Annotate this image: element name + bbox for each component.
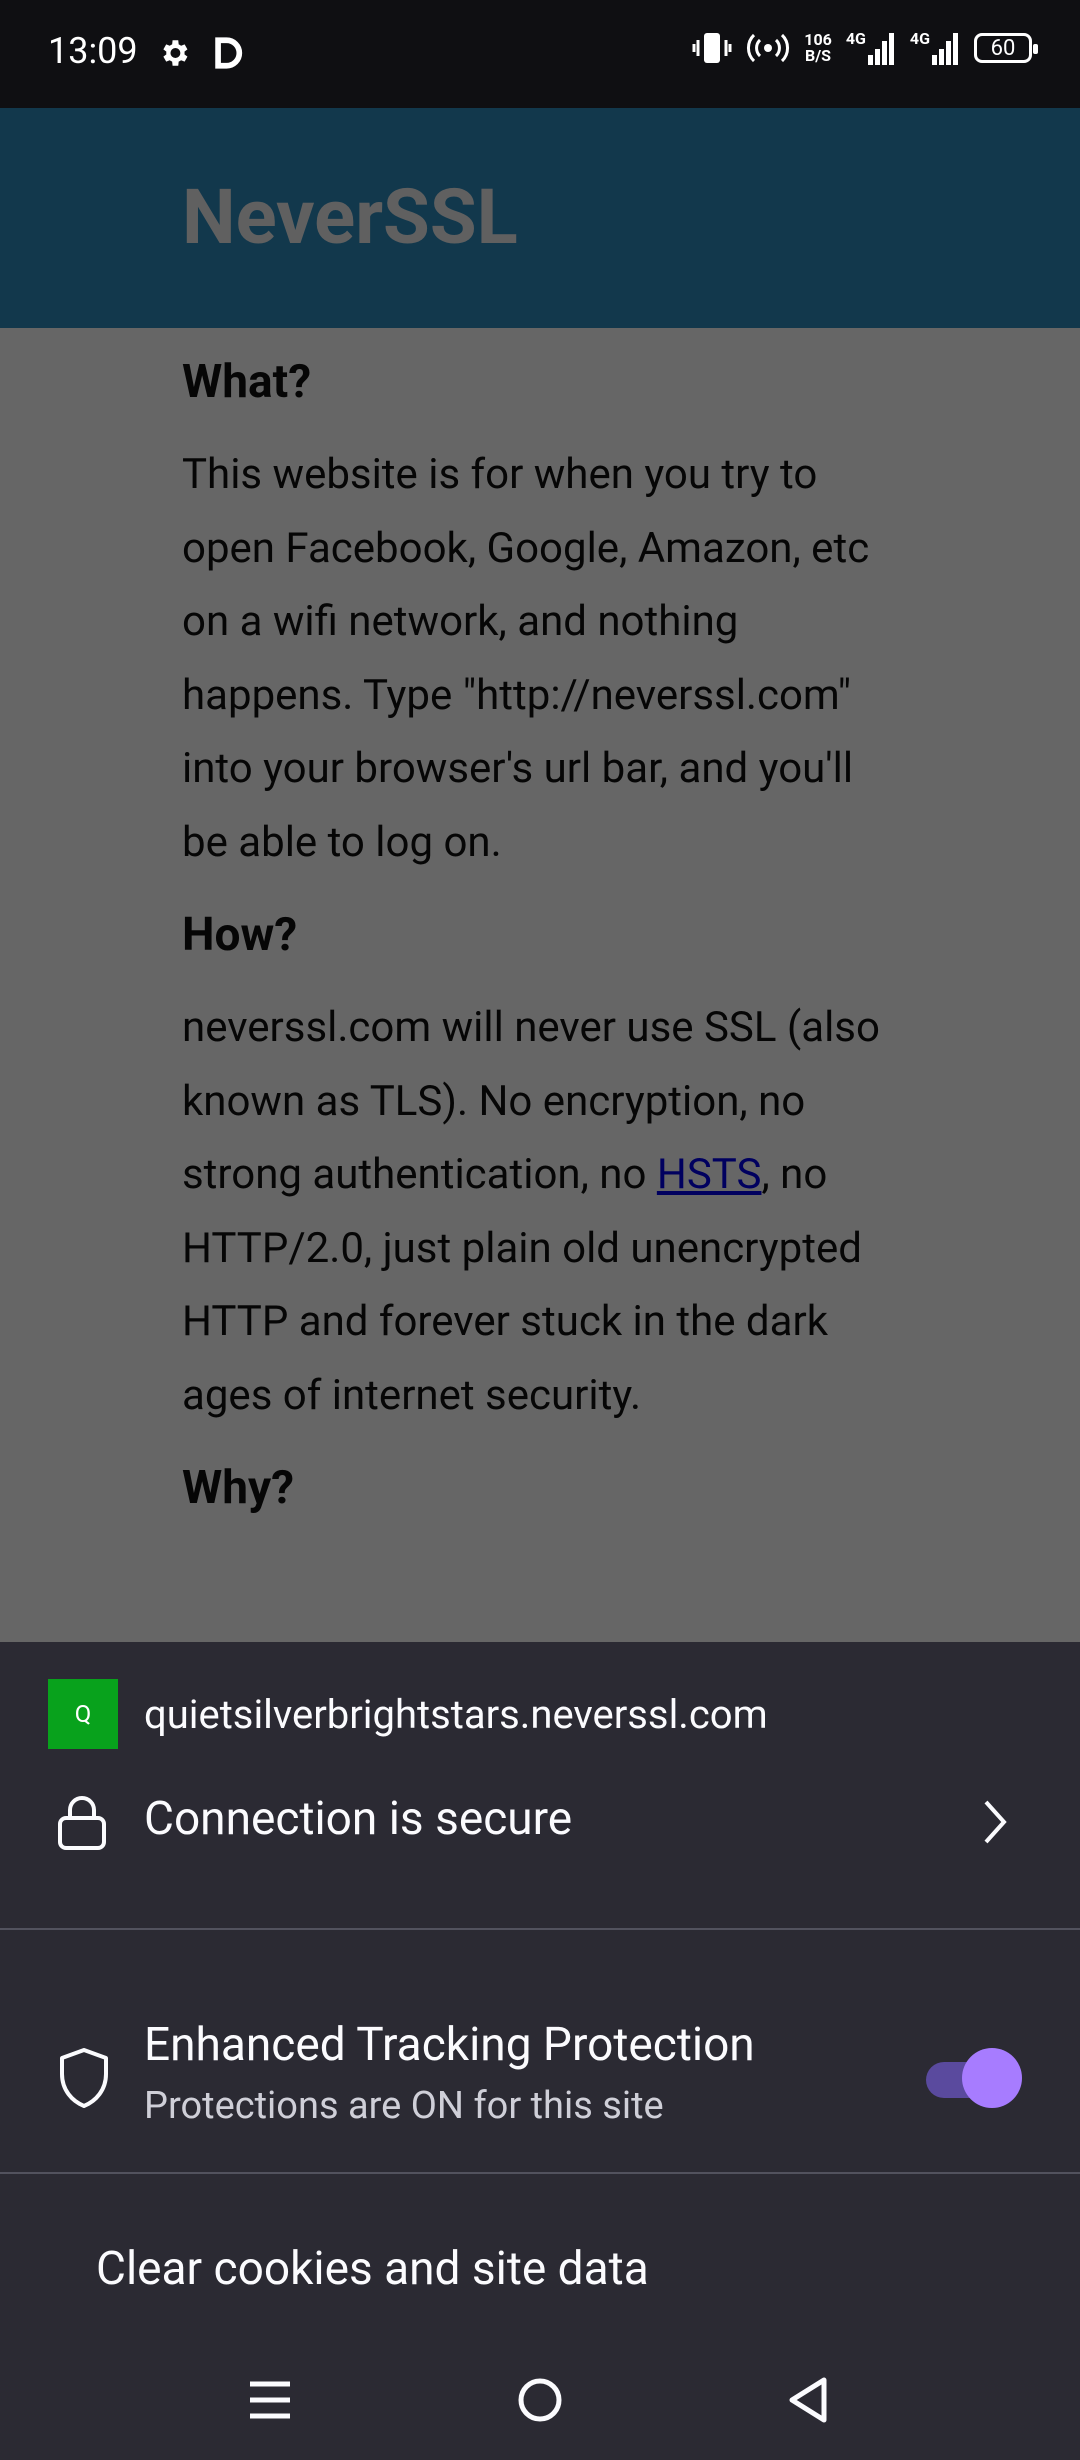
d-app-icon xyxy=(215,37,243,69)
site-identity-row: Q quietsilverbrightstars.neverssl.com xyxy=(48,1678,768,1750)
network-speed: 106 B/S xyxy=(804,32,832,64)
hotspot-icon xyxy=(747,33,790,63)
web-page: NeverSSL What? This website is for when … xyxy=(0,108,1080,1642)
sim1-signal: 4G xyxy=(846,31,896,65)
section-body-what: This website is for when you try to open… xyxy=(182,450,870,867)
recent-apps-button[interactable] xyxy=(210,2340,330,2460)
4g-signal-icon xyxy=(867,33,894,65)
system-nav-bar xyxy=(0,2340,1080,2460)
site-favicon: Q xyxy=(48,1679,118,1749)
battery-indicator: 60 xyxy=(974,33,1038,63)
home-icon xyxy=(518,2378,562,2422)
speed-unit: B/S xyxy=(805,46,832,65)
divider xyxy=(0,1928,1080,1930)
section-heading-what: What? xyxy=(182,355,312,409)
article: What? This website is for when you try t… xyxy=(182,354,902,1544)
shield-icon xyxy=(60,2048,108,2108)
4g-signal-icon xyxy=(932,33,958,65)
home-button[interactable] xyxy=(480,2340,600,2460)
status-time: 13:09 xyxy=(48,30,138,72)
site-info-sheet: Q quietsilverbrightstars.neverssl.com Co… xyxy=(0,1642,1080,2460)
hsts-link[interactable]: HSTS xyxy=(657,1150,762,1199)
connection-security-row[interactable]: Connection is secure xyxy=(0,1762,1080,1882)
menu-icon xyxy=(250,2381,290,2419)
toggle-thumb xyxy=(962,2048,1022,2108)
settings-gear-icon xyxy=(163,40,188,66)
back-button[interactable] xyxy=(748,2340,868,2460)
site-header: NeverSSL xyxy=(0,108,1080,328)
connection-label: Connection is secure xyxy=(144,1792,573,1846)
tracking-protection-row[interactable]: Enhanced Tracking Protection Protections… xyxy=(0,2018,1080,2148)
clear-cookies-button[interactable]: Clear cookies and site data xyxy=(96,2242,649,2296)
etp-title: Enhanced Tracking Protection xyxy=(144,2018,755,2072)
site-title: NeverSSL xyxy=(182,172,518,262)
section-heading-why: Why? xyxy=(182,1461,295,1515)
lock-icon xyxy=(58,1796,106,1850)
sim2-label: 4G xyxy=(909,29,930,48)
vibrate-icon xyxy=(692,33,732,63)
divider xyxy=(0,2172,1080,2174)
status-right-icons: 106 B/S 4G 4G 60 xyxy=(692,30,1038,66)
sim2-signal: 4G xyxy=(910,31,960,65)
section-body-how: neverssl.com will never use SSL (also kn… xyxy=(182,991,902,1432)
etp-toggle[interactable] xyxy=(926,2048,1022,2108)
back-icon xyxy=(789,2377,827,2423)
chevron-right-icon xyxy=(984,1800,1007,1844)
status-left-icons xyxy=(157,36,243,70)
sim1-label: 4G xyxy=(845,29,866,48)
site-url: quietsilverbrightstars.neverssl.com xyxy=(144,1690,768,1738)
section-heading-how: How? xyxy=(182,908,298,962)
etp-subtitle: Protections are ON for this site xyxy=(144,2084,664,2128)
status-bar: 13:09 106 B/S 4G 4G 60 xyxy=(0,0,1080,108)
